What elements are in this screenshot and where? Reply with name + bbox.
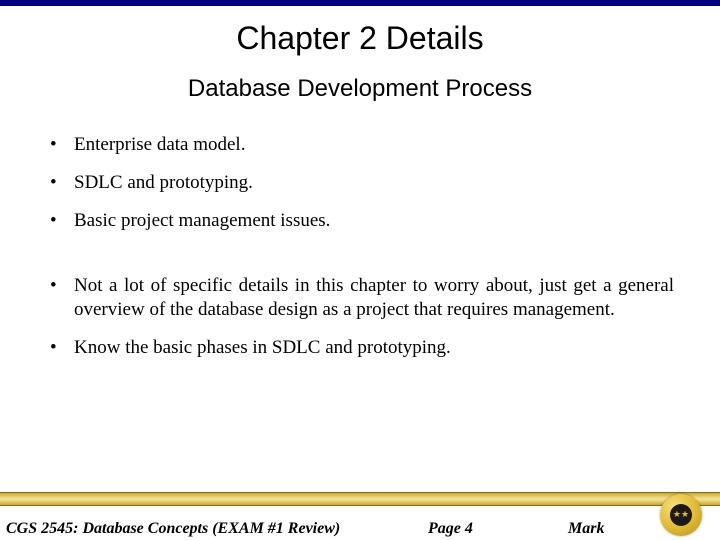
footer-author: Mark — [568, 520, 604, 538]
bullet-item: Not a lot of specific details in this ch… — [46, 274, 674, 322]
bullet-group-1: Enterprise data model. SDLC and prototyp… — [46, 133, 674, 232]
footer-gold-bar — [0, 492, 720, 506]
footer-course: CGS 2545: Database Concepts (EXAM #1 Rev… — [0, 520, 428, 538]
footer-text: CGS 2545: Database Concepts (EXAM #1 Rev… — [0, 520, 720, 538]
bullet-item: SDLC and prototyping. — [46, 171, 674, 195]
slide-body: Enterprise data model. SDLC and prototyp… — [0, 103, 720, 360]
footer-page: Page 4 — [428, 520, 568, 538]
spacer — [46, 246, 674, 274]
bullet-item: Know the basic phases in SDLC and protot… — [46, 336, 674, 360]
footer: CGS 2545: Database Concepts (EXAM #1 Rev… — [0, 492, 720, 540]
bullet-item: Enterprise data model. — [46, 133, 674, 157]
top-accent-bar — [0, 0, 720, 6]
slide-title: Chapter 2 Details — [0, 20, 720, 57]
ucf-logo-icon: ★★ — [660, 494, 702, 536]
bullet-group-2: Not a lot of specific details in this ch… — [46, 274, 674, 359]
bullet-item: Basic project management issues. — [46, 209, 674, 233]
slide-subtitle: Database Development Process — [0, 75, 720, 103]
